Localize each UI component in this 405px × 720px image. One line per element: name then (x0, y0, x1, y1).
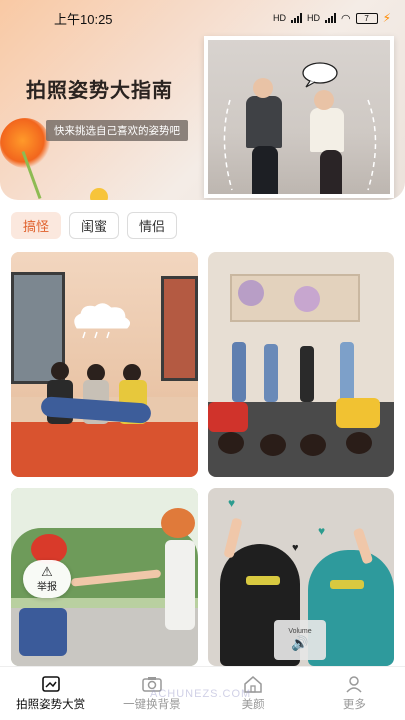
sunglasses (246, 576, 280, 585)
tab-funny[interactable]: 搞怪 (11, 212, 61, 239)
cloud-doodle-icon (74, 303, 131, 339)
heart-icon: ♥ (228, 496, 236, 510)
signal-icon (290, 13, 302, 23)
legs-up (232, 342, 246, 402)
banner-photo-image (208, 40, 390, 194)
legs-up-3 (300, 346, 314, 402)
warning-icon: ⚠ (41, 564, 53, 579)
banner-photo (204, 36, 394, 198)
girl-head (51, 362, 69, 380)
report-label: 举报 (37, 582, 57, 593)
tab-couple[interactable]: 情侣 (127, 212, 177, 239)
person-body (19, 608, 67, 656)
speaker-icon: 🔊 (291, 635, 309, 651)
category-tabs: 搞怪 闺蜜 情侣 (11, 212, 177, 239)
shirt-red (208, 402, 248, 432)
nav-label: 拍照姿势大赏 (16, 699, 86, 711)
hero-banner[interactable]: 上午10:25 HD HD ◠ 7 ⚡ 拍照姿势大指南 快来挑选自己喜欢的姿势吧 (0, 0, 405, 200)
legs-up-4 (340, 342, 354, 402)
hd-tag-1: HD (272, 13, 286, 23)
nav-label: 更多 (342, 699, 366, 711)
watermark: ACHUNEZS.COM (150, 688, 252, 700)
user-icon (345, 675, 363, 693)
tab-bestie[interactable]: 闺蜜 (69, 212, 119, 239)
volume-label: Volume (288, 628, 312, 635)
signal-icon-2 (324, 13, 336, 23)
heart-icon-3: ♥ (292, 542, 299, 554)
heart-icon-2: ♥ (318, 524, 326, 538)
nav-item-more[interactable]: 更多 (304, 667, 405, 720)
nav-item-pose-gallery[interactable]: 拍照姿势大赏 (0, 667, 101, 720)
pose-card-2[interactable] (208, 252, 394, 477)
status-icons: HD HD ◠ 7 ⚡ (273, 11, 391, 25)
volume-overlay: Volume 🔊 (274, 620, 326, 660)
hd-tag-2: HD (306, 13, 320, 23)
status-time: 上午10:25 (54, 11, 113, 27)
banner-subtitle: 快来挑选自己喜欢的姿势吧 (46, 120, 188, 141)
banner-title: 拍照姿势大指南 (26, 78, 173, 102)
window-2 (161, 276, 198, 381)
pose-card-1[interactable] (11, 252, 198, 477)
sunglasses-2 (330, 580, 364, 589)
charging-icon: ⚡ (382, 11, 391, 25)
wifi-icon: ◠ (340, 12, 351, 25)
orange-hat-head (161, 508, 195, 538)
legs-up-2 (264, 344, 278, 402)
photo-icon (41, 675, 60, 693)
head-hair-4 (346, 432, 372, 454)
head-hair-2 (260, 434, 286, 456)
orchid-flower (238, 280, 264, 306)
bench (11, 422, 198, 477)
report-button[interactable]: ⚠ 举报 (23, 560, 71, 598)
person-body-2 (165, 540, 195, 630)
status-bar: 上午10:25 HD HD ◠ 7 ⚡ (0, 0, 405, 36)
battery-icon: 7 (355, 12, 378, 24)
shirt-yellow (336, 398, 380, 428)
head-hair-3 (300, 434, 326, 456)
flower-small-decoration (90, 188, 108, 200)
doodle-lines (223, 99, 377, 191)
orchid-flower-2 (294, 286, 320, 312)
head-hair (218, 432, 244, 454)
